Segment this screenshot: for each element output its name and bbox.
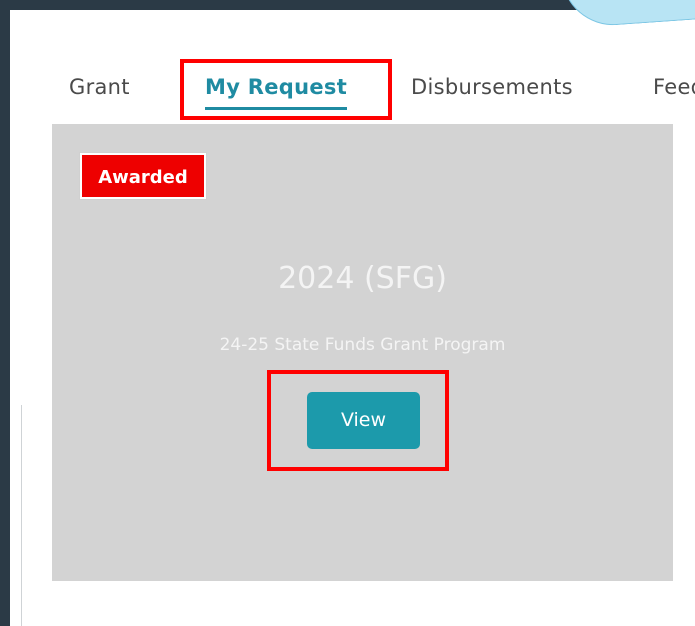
tab-disbursements-label: Disbursements: [411, 75, 573, 99]
tab-grant-label: Grant: [69, 75, 130, 99]
divider-line: [21, 405, 22, 626]
grant-request-card: Awarded 2024 (SFG) 24-25 State Funds Gra…: [52, 124, 673, 581]
tab-feedback[interactable]: Feedback: [653, 72, 695, 112]
status-badge: Awarded: [79, 152, 207, 200]
tab-feedback-label: Feedback: [653, 75, 695, 99]
tab-grant[interactable]: Grant: [69, 72, 130, 112]
card-title: 2024 (SFG): [278, 261, 447, 296]
corner-decoration: [561, 0, 695, 29]
tab-disbursements[interactable]: Disbursements: [411, 72, 573, 112]
card-subtitle: 24-25 State Funds Grant Program: [219, 335, 506, 355]
highlight-box-my-request: [180, 59, 392, 120]
highlight-box-view-button: [267, 370, 449, 471]
